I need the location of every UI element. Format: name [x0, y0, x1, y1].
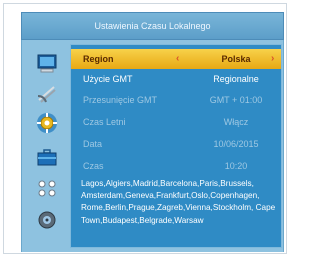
arrow-left-icon[interactable]: ‹	[176, 49, 179, 69]
menu-title: Ustawienia Czasu Lokalnego	[21, 12, 284, 40]
setting-label: Region	[83, 54, 114, 64]
setting-label: Data	[83, 139, 103, 149]
network-nodes-icon[interactable]	[36, 178, 58, 198]
disc-icon[interactable]	[36, 210, 58, 230]
setting-row-gmt-offset[interactable]: Przesunięcie GMT GMT + 01:00	[71, 90, 281, 110]
settings-list: Region ‹ Polska › Użycie GMT Regionalne …	[70, 44, 282, 248]
setting-value: GMT + 01:00	[209, 95, 263, 105]
satellite-dish-icon[interactable]	[36, 84, 58, 104]
setting-value: 10:20	[224, 161, 248, 171]
setting-label: Przesunięcie GMT	[83, 95, 158, 105]
briefcase-icon[interactable]	[36, 148, 58, 168]
menu-panel: Region ‹ Polska › Użycie GMT Regionalne …	[21, 40, 284, 252]
settings-gear-icon[interactable]	[36, 112, 58, 133]
setting-value: Włącz	[223, 117, 249, 127]
setting-row-date[interactable]: Data 10/06/2015	[71, 134, 281, 154]
timezone-cities: Lagos,Algiers,Madrid,Barcelona,Paris,Bru…	[81, 179, 276, 225]
setting-row-gmt-usage[interactable]: Użycie GMT Regionalne	[71, 69, 281, 89]
tv-screen: Ustawienia Czasu Lokalnego Region ‹ Pols…	[3, 3, 287, 254]
sidebar	[22, 40, 70, 252]
arrow-right-icon[interactable]: ›	[271, 49, 274, 69]
setting-label: Użycie GMT	[83, 74, 133, 84]
setting-row-region[interactable]: Region ‹ Polska ›	[71, 49, 281, 69]
setting-value: Polska	[221, 54, 251, 64]
setting-row-time[interactable]: Czas 10:20	[71, 156, 281, 176]
setting-value: 10/06/2015	[213, 139, 259, 149]
setting-label: Czas	[83, 161, 104, 171]
setting-label: Czas Letni	[83, 117, 126, 127]
setting-row-daylight-saving[interactable]: Czas Letni Włącz	[71, 112, 281, 132]
monitor-icon[interactable]	[36, 54, 58, 74]
setting-value: Regionalne	[213, 74, 259, 84]
